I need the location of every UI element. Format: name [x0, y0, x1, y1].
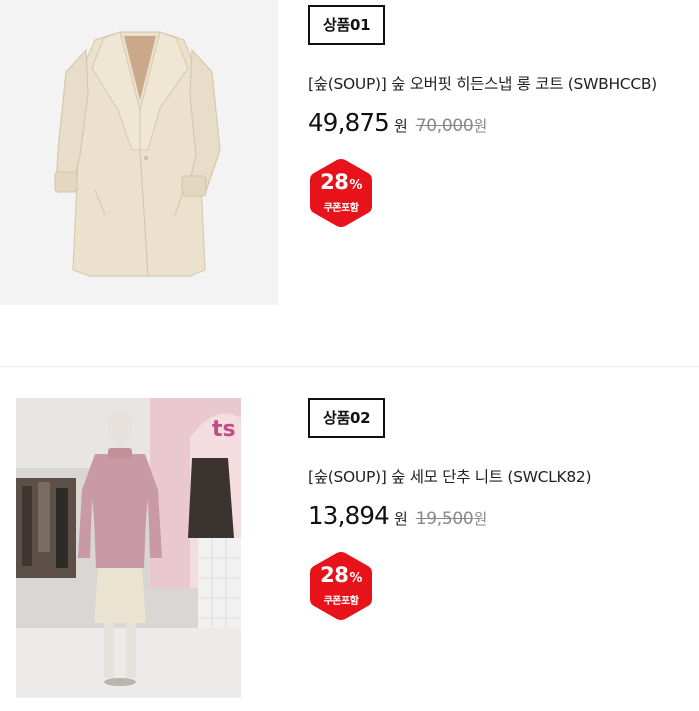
sale-price-unit: 원 [393, 510, 408, 528]
product-card-1: 상품01 [숲(SOUP)] 숲 오버핏 히든스냅 롱 코트 (SWBHCCB)… [0, 0, 699, 305]
sale-price: 49,875 [308, 108, 390, 137]
original-price-unit: 원 [473, 510, 488, 528]
store-sign: ts [212, 417, 236, 442]
divider [0, 366, 699, 367]
discount-percent: 28% [308, 170, 374, 194]
product-image[interactable]: ts [0, 398, 278, 698]
discount-value: 28 [320, 563, 349, 587]
discount-unit: % [349, 178, 362, 193]
discount-badge: 28% 쿠폰포함 [308, 157, 374, 229]
discount-badge: 28% 쿠폰포함 [308, 550, 374, 622]
coupon-label: 쿠폰포함 [323, 596, 359, 607]
price-row: 13,894 원 19,500 원 [308, 501, 688, 533]
sale-price: 13,894 [308, 501, 390, 530]
original-price: 70,000 [415, 116, 474, 136]
product-info: 상품02 [숲(SOUP)] 숲 세모 단추 니트 (SWCLK82) 13,8… [308, 398, 688, 622]
product-title[interactable]: [숲(SOUP)] 숲 오버핏 히든스냅 롱 코트 (SWBHCCB) [308, 72, 688, 94]
product-number-badge: 상품01 [308, 5, 386, 45]
product-card-2: ts 상품02 [숲(SOUP)] 숲 세모 단추 니트 (SWCLK82) 1… [0, 398, 699, 698]
price-row: 49,875 원 70,000 원 [308, 108, 688, 140]
coupon-label: 쿠폰포함 [323, 203, 359, 214]
sale-price-unit: 원 [393, 117, 408, 135]
product-number-badge: 상품02 [308, 398, 386, 438]
original-price-unit: 원 [473, 117, 488, 135]
coat-icon [0, 0, 278, 305]
product-title[interactable]: [숲(SOUP)] 숲 세모 단추 니트 (SWCLK82) [308, 465, 688, 487]
product-image[interactable] [0, 0, 278, 305]
discount-value: 28 [320, 170, 349, 194]
discount-percent: 28% [308, 563, 374, 587]
discount-unit: % [349, 571, 362, 586]
original-price: 19,500 [415, 509, 474, 529]
mannequin-knit-icon: ts [0, 398, 278, 698]
product-info: 상품01 [숲(SOUP)] 숲 오버핏 히든스냅 롱 코트 (SWBHCCB)… [308, 5, 688, 229]
